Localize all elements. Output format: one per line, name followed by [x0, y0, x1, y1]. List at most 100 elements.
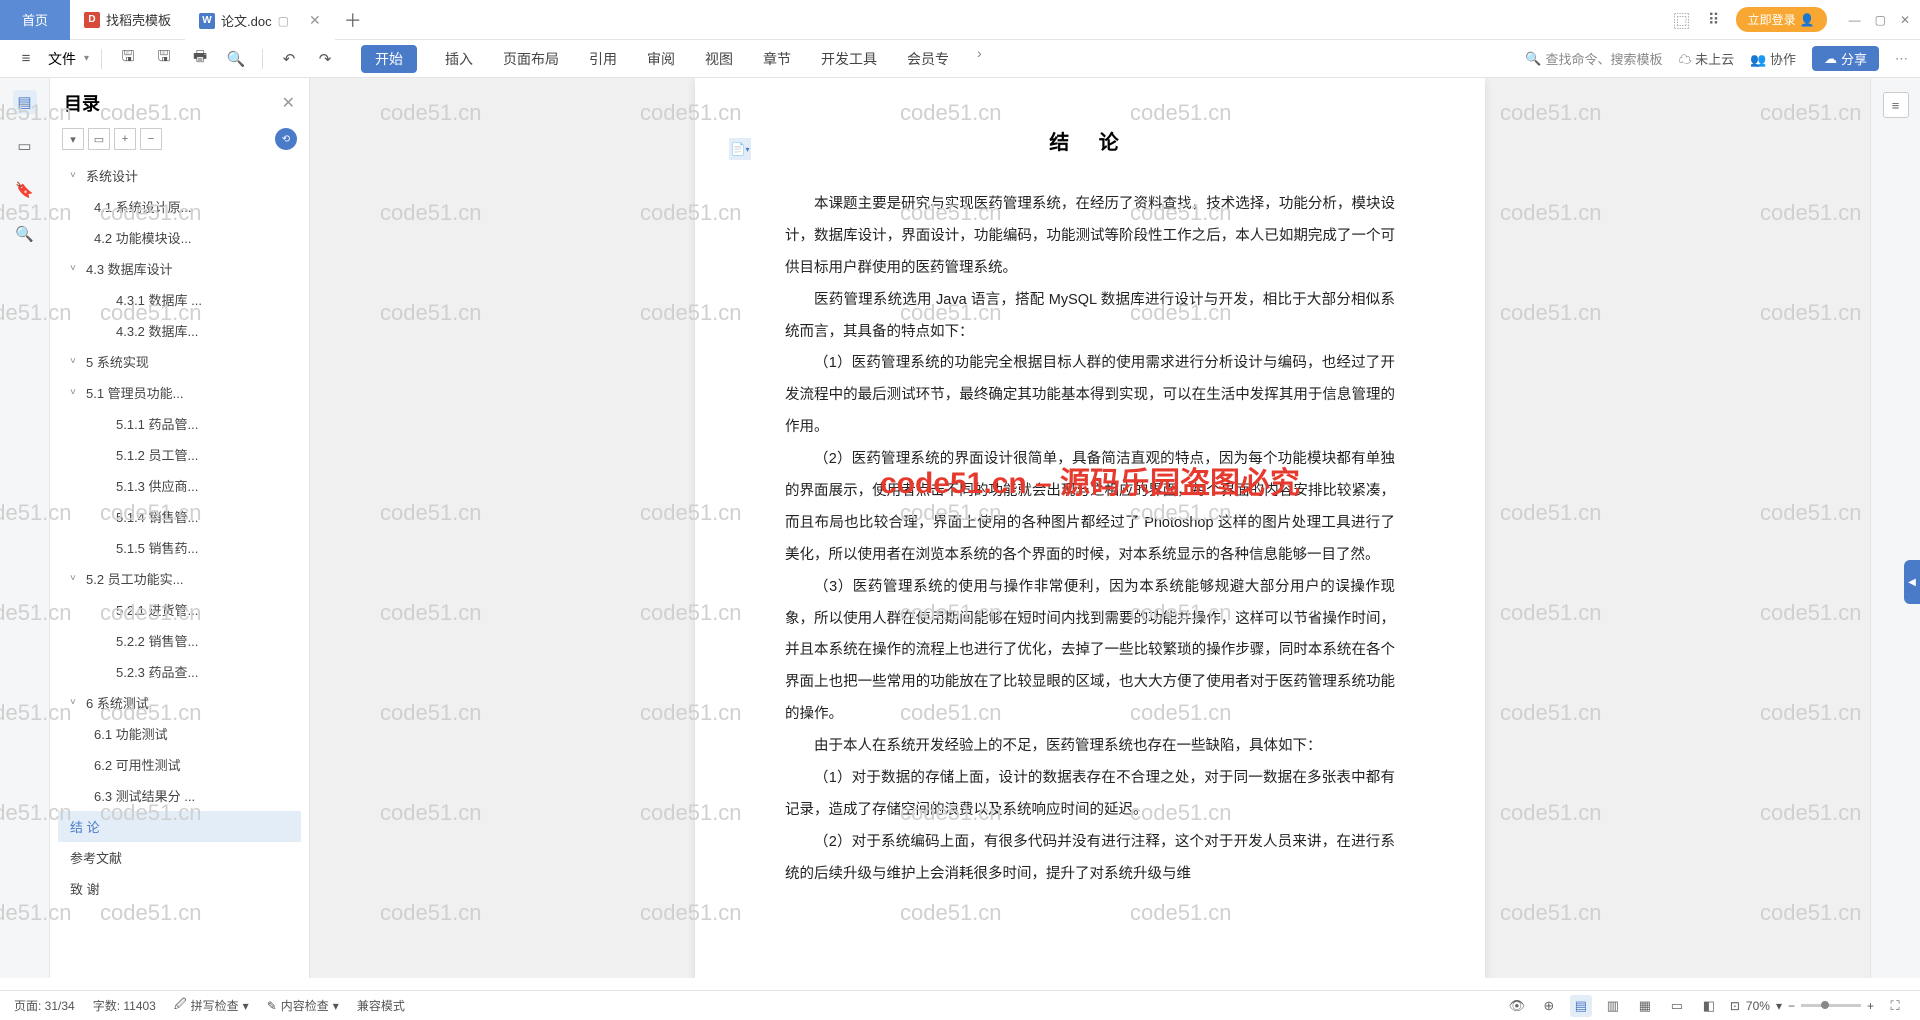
view-page-icon[interactable]: ▤ [1570, 995, 1592, 1017]
menu-insert[interactable]: 插入 [443, 45, 475, 73]
redo-icon[interactable]: ↷ [311, 45, 339, 73]
nav-icon[interactable]: ▭ [13, 134, 37, 158]
undo-icon[interactable]: ↶ [275, 45, 303, 73]
zoom-in-icon[interactable]: + [1867, 999, 1874, 1013]
document-area[interactable]: 📄▾ 结 论 本课题主要是研究与实现医药管理系统，在经历了资料查找，技术选择，功… [310, 78, 1870, 978]
close-button[interactable]: ✕ [1900, 13, 1910, 27]
ribbon: ≡ 文件 ▾ 🖫 🖫 🖶 🔍 ↶ ↷ 开始 插入 页面布局 引用 审阅 视图 章… [0, 40, 1920, 78]
page-marker-icon[interactable]: 📄▾ [729, 138, 751, 160]
new-tab-button[interactable]: ＋ [335, 7, 371, 33]
status-page[interactable]: 页面: 31/34 [14, 997, 75, 1014]
avatar-icon: 👤 [1800, 13, 1815, 27]
menu-section[interactable]: 章节 [761, 45, 793, 73]
status-content[interactable]: ✎ 内容检查 ▾ [267, 997, 339, 1014]
outline-item[interactable]: ˅5.2 员工功能实... [58, 563, 301, 594]
outline-item[interactable]: ˅系统设计 [58, 160, 301, 191]
tab-window-icon[interactable]: ▢ [278, 14, 289, 28]
menu-reference[interactable]: 引用 [587, 45, 619, 73]
cloud-status[interactable]: ☁ 未上云 [1679, 49, 1735, 68]
outline-item[interactable]: 6.2 可用性测试 [58, 749, 301, 780]
status-bar: 页面: 31/34 字数: 11403 🖉 拼写检查 ▾ ✎ 内容检查 ▾ 兼容… [0, 990, 1920, 1020]
apps-icon[interactable]: ⠿ [1704, 10, 1724, 30]
outline-item[interactable]: 致 谢 [58, 873, 301, 904]
outline-item[interactable]: 5.2.1 进货管... [58, 594, 301, 625]
menu-icon[interactable]: ≡ [12, 45, 40, 73]
outline-item[interactable]: 4.3.1 数据库 ... [58, 284, 301, 315]
outline-item[interactable]: 5.2.2 销售管... [58, 625, 301, 656]
menu-view[interactable]: 视图 [703, 45, 735, 73]
side-expand-tab[interactable]: ◀ [1904, 560, 1920, 604]
outline-item[interactable]: ˅5 系统实现 [58, 346, 301, 377]
outline-item[interactable]: ˅4.3 数据库设计 [58, 253, 301, 284]
view-outline-icon[interactable]: ▥ [1602, 995, 1624, 1017]
zoom-out-icon[interactable]: − [1788, 999, 1795, 1013]
menu-start[interactable]: 开始 [361, 45, 417, 73]
add-icon[interactable]: + [114, 128, 136, 150]
save-icon[interactable]: 🖫 [114, 45, 142, 73]
outline-item[interactable]: 参考文献 [58, 842, 301, 873]
outline-panel: 目录 ✕ ▾ ▭ + − ⟲ ˅系统设计4.1 系统设计原...4.2 功能模块… [50, 78, 310, 978]
save-as-icon[interactable]: 🖫 [150, 45, 178, 73]
preview-icon[interactable]: 🔍 [222, 45, 250, 73]
zoom-control[interactable]: ⊡ 70% ▾ − + [1730, 999, 1874, 1013]
outline-item[interactable]: 5.1.2 员工管... [58, 439, 301, 470]
login-button[interactable]: 立即登录👤 [1736, 7, 1827, 32]
status-words[interactable]: 字数: 11403 [93, 997, 156, 1014]
doc-p3: （1）医药管理系统的功能完全根据目标人群的使用需求进行分析设计与编码，也经过了开… [785, 348, 1395, 444]
print-icon[interactable]: 🖶 [186, 45, 214, 73]
menu-tabs: 开始 插入 页面布局 引用 审阅 视图 章节 开发工具 会员专 › [361, 45, 982, 73]
menu-devtools[interactable]: 开发工具 [819, 45, 879, 73]
outline-title: 目录 [64, 90, 274, 116]
more-icon[interactable]: ⋯ [1895, 51, 1908, 67]
search-commands[interactable]: 🔍 查找命令、搜索模板 [1525, 49, 1662, 68]
bookmark-icon[interactable]: 🔖 [13, 178, 37, 202]
menu-review[interactable]: 审阅 [645, 45, 677, 73]
outline-item[interactable]: 5.1.4 销售管... [58, 501, 301, 532]
lang-icon[interactable]: ⊕ [1538, 995, 1560, 1017]
doc-p1: 本课题主要是研究与实现医药管理系统，在经历了资料查找，技术选择，功能分析，模块设… [785, 189, 1395, 285]
outline-item[interactable]: 5.1.3 供应商... [58, 470, 301, 501]
collab-button[interactable]: 👥 协作 [1750, 49, 1796, 68]
view-focus-icon[interactable]: ◧ [1698, 995, 1720, 1017]
outline-item[interactable]: 4.2 功能模块设... [58, 222, 301, 253]
outline-close-icon[interactable]: ✕ [282, 93, 295, 113]
sync-badge[interactable]: ⟲ [275, 128, 297, 150]
minimize-button[interactable]: — [1849, 13, 1861, 27]
layout-icon[interactable]: ⿴ [1672, 10, 1692, 30]
style-icon[interactable]: ≡ [1883, 92, 1909, 118]
chevron-down-icon: ▾ [84, 53, 89, 64]
outline-item[interactable]: ˅6 系统测试 [58, 687, 301, 718]
tab-home[interactable]: 首页 [0, 0, 70, 40]
remove-icon[interactable]: − [140, 128, 162, 150]
tab-document[interactable]: W 论文.doc ▢ ✕ [185, 0, 335, 40]
outline-item[interactable]: 5.1.5 销售药... [58, 532, 301, 563]
zoom-fit-icon[interactable]: ⊡ [1730, 999, 1740, 1013]
outline-item[interactable]: 5.1.1 药品管... [58, 408, 301, 439]
collapse-all-icon[interactable]: ▾ [62, 128, 84, 150]
outline-item[interactable]: 5.2.3 药品查... [58, 656, 301, 687]
view-read-icon[interactable]: ▭ [1666, 995, 1688, 1017]
status-spell[interactable]: 🖉 拼写检查 ▾ [174, 995, 249, 1016]
search-icon[interactable]: 🔍 [13, 222, 37, 246]
menu-layout[interactable]: 页面布局 [501, 45, 561, 73]
outline-item[interactable]: 4.1 系统设计原... [58, 191, 301, 222]
outline-tree: ˅系统设计4.1 系统设计原...4.2 功能模块设...˅4.3 数据库设计4… [50, 160, 309, 978]
doc-p6: 由于本人在系统开发经验上的不足，医药管理系统也存在一些缺陷，具体如下： [785, 731, 1395, 763]
outline-item[interactable]: 6.3 测试结果分 ... [58, 780, 301, 811]
tab-close-icon[interactable]: ✕ [309, 12, 321, 29]
maximize-button[interactable]: ▢ [1875, 13, 1886, 27]
view-web-icon[interactable]: ▦ [1634, 995, 1656, 1017]
share-button[interactable]: ☁ 分享 [1812, 46, 1879, 71]
eye-icon[interactable]: 👁 [1506, 995, 1528, 1017]
expand-icon[interactable]: ▭ [88, 128, 110, 150]
status-compat[interactable]: 兼容模式 [357, 997, 405, 1014]
tab-template[interactable]: D 找稻壳模板 [70, 0, 185, 40]
outline-item[interactable]: 4.3.2 数据库... [58, 315, 301, 346]
outline-item[interactable]: 结 论 [58, 811, 301, 842]
fullscreen-icon[interactable]: ⛶ [1884, 995, 1906, 1017]
file-menu[interactable]: 文件 [48, 49, 76, 69]
outline-item[interactable]: ˅5.1 管理员功能... [58, 377, 301, 408]
outline-item[interactable]: 6.1 功能测试 [58, 718, 301, 749]
menu-member[interactable]: 会员专 [905, 45, 951, 73]
outline-icon[interactable]: ▤ [13, 90, 37, 114]
